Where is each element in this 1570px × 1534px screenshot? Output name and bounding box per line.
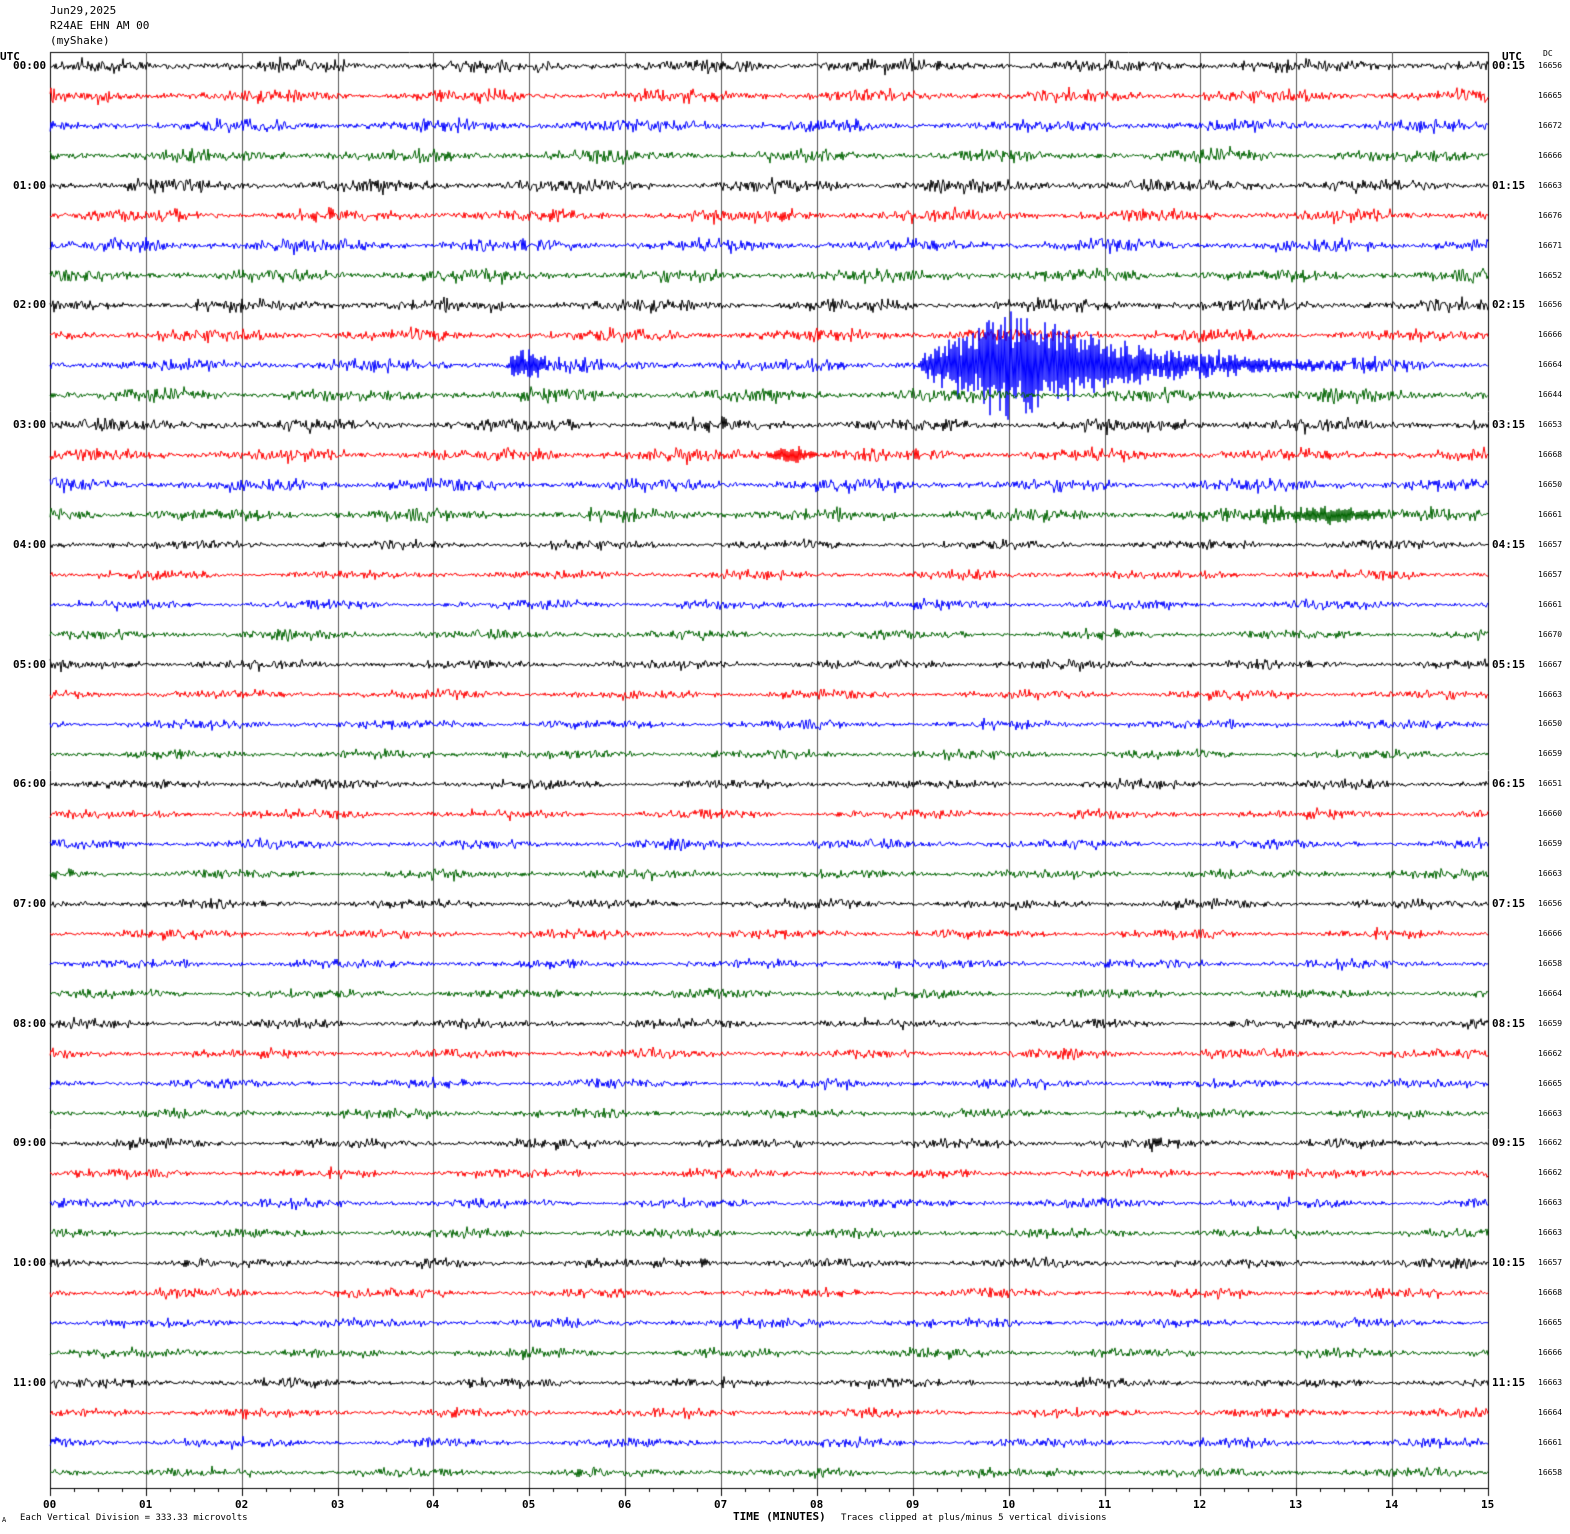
x-tick-label: 10 [1002,1498,1016,1511]
clip-note: Traces clipped at plus/minus 5 vertical … [841,1513,1107,1523]
dc-value: 16656 [1538,61,1563,70]
dc-value: 16668 [1538,1288,1563,1298]
dc-value: 16665 [1538,90,1563,100]
dc-value: 16664 [1538,360,1563,370]
x-tick-label: 02 [235,1498,249,1511]
dc-value: 16657 [1538,539,1563,549]
right-hour-label: 09:15 [1492,1136,1526,1150]
left-hour-label: 01:00 [13,178,47,192]
dc-value: 16662 [1538,1168,1563,1178]
left-hour-label: 02:00 [13,298,47,312]
station-channel: R24AE EHN AM 00 [50,19,150,32]
dc-value: 16656 [1538,899,1563,909]
dc-value: 16671 [1538,240,1563,250]
left-hour-label: 11:00 [13,1375,47,1389]
right-hour-label: 03:15 [1492,418,1526,432]
dc-value: 16663 [1538,1198,1563,1208]
helicorder-traces [0,0,1570,1534]
x-tick-label: 14 [1385,1498,1399,1511]
dc-value: 16664 [1538,1407,1563,1417]
left-hour-label: 00:00 [13,59,47,72]
dc-value: 16659 [1538,1018,1563,1028]
dc-value: 16663 [1538,1108,1563,1118]
scale-note: Each Vertical Division = 333.33 microvol… [20,1513,248,1523]
dc-value: 16668 [1538,450,1563,460]
x-tick-label: 00 [43,1498,57,1511]
x-tick-label: 09 [906,1498,920,1511]
x-tick-label: 11 [1098,1498,1112,1511]
left-hour-label: 09:00 [13,1136,47,1150]
corner-mark: A [2,1516,7,1524]
dc-value: 16663 [1538,1377,1563,1387]
dc-value: 16662 [1538,1048,1563,1058]
dc-value: 16666 [1538,330,1563,340]
dc-value: 16672 [1538,120,1563,130]
left-hour-label: 07:00 [13,897,47,911]
dc-value: 16661 [1538,599,1563,609]
dc-value: 16660 [1538,809,1563,819]
x-tick-label: 13 [1289,1498,1303,1511]
dc-value: 16676 [1538,210,1563,220]
right-hour-label: 11:15 [1492,1375,1526,1389]
dc-value: 16662 [1538,1138,1563,1148]
x-tick-label: 01 [139,1498,153,1511]
dc-label: DC [1543,49,1553,58]
dc-value: 16651 [1538,779,1563,789]
dc-value: 16657 [1538,569,1563,579]
dc-value: 16656 [1538,300,1563,310]
dc-value: 16663 [1538,869,1563,879]
right-hour-label: 08:15 [1492,1016,1526,1030]
right-hour-label: 10:15 [1492,1256,1526,1270]
right-hour-label: 01:15 [1492,178,1526,192]
x-tick-label: 07 [714,1498,728,1511]
left-hour-label: 06:00 [13,777,47,791]
network-name: (myShake) [50,34,110,47]
right-hour-label: 02:15 [1492,298,1526,312]
dc-value: 16658 [1538,958,1563,968]
left-hour-label: 08:00 [13,1016,47,1030]
dc-value: 16666 [1538,150,1563,160]
dc-value: 16653 [1538,420,1563,430]
dc-value: 16667 [1538,659,1563,669]
left-hour-label: 04:00 [13,537,47,551]
left-hour-label: 03:00 [13,418,47,432]
dc-value: 16665 [1538,1318,1563,1328]
x-tick-label: 12 [1193,1498,1207,1511]
dc-value: 16664 [1538,988,1563,998]
left-hour-label: 10:00 [13,1256,47,1270]
x-axis-title: TIME (MINUTES) [733,1510,826,1523]
right-hour-label: 05:15 [1492,657,1526,671]
x-tick-label: 15 [1481,1498,1495,1511]
dc-value: 16666 [1538,1347,1563,1357]
x-tick-label: 06 [618,1498,632,1511]
dc-value: 16650 [1538,719,1563,729]
right-hour-label: 00:15 [1492,59,1526,72]
dc-value: 16661 [1538,1437,1563,1447]
dc-value: 16663 [1538,180,1563,190]
dc-value: 16658 [1538,1467,1563,1477]
dc-value: 16663 [1538,689,1563,699]
dc-value: 16650 [1538,480,1563,490]
right-hour-label: 06:15 [1492,777,1526,791]
dc-value: 16666 [1538,928,1563,938]
dc-value: 16665 [1538,1078,1563,1088]
right-hour-label: 04:15 [1492,537,1526,551]
dc-value: 16663 [1538,1228,1563,1238]
dc-value: 16659 [1538,839,1563,849]
record-date: Jun29,2025 [50,4,117,17]
right-hour-label: 07:15 [1492,897,1526,911]
x-tick-label: 05 [522,1498,536,1511]
dc-value: 16659 [1538,749,1563,759]
x-tick-label: 04 [426,1498,440,1511]
left-hour-label: 05:00 [13,657,47,671]
dc-value: 16644 [1538,390,1563,400]
dc-value: 16661 [1538,509,1563,519]
dc-value: 16652 [1538,270,1563,280]
dc-value: 16657 [1538,1258,1563,1268]
x-tick-label: 03 [331,1498,345,1511]
dc-value: 16670 [1538,629,1563,639]
